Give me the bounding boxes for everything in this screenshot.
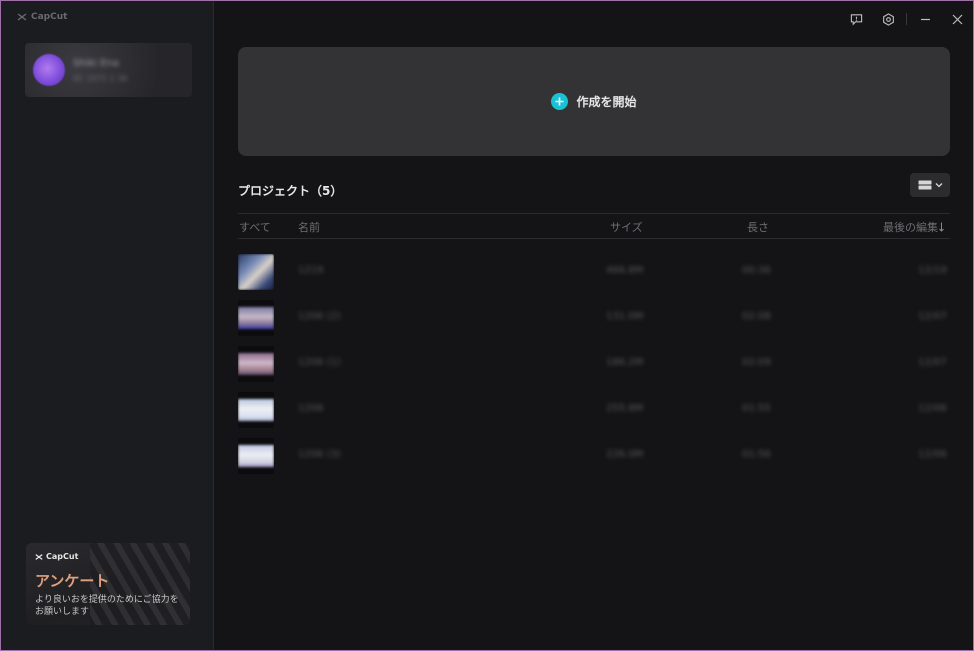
project-date: 12/06 (918, 449, 947, 460)
project-row[interactable]: 1206 (2) 131.0M 02:08 12/07 (238, 298, 950, 338)
start-creating-label: 作成を開始 (576, 95, 637, 109)
survey-logo-text: CapCut (46, 552, 79, 561)
project-thumbnail (238, 392, 274, 428)
titlebar-divider (906, 13, 907, 25)
user-id: ID: 1071 2 36 (73, 73, 128, 83)
project-size: 255.8M (606, 403, 644, 414)
sidebar: CapCut Shiki Ena ID: 1071 2 36 CapCut アン… (1, 1, 214, 650)
chevron-down-icon (935, 183, 942, 188)
plus-icon (551, 93, 569, 110)
close-icon (952, 14, 962, 24)
capcut-logo-icon (17, 13, 27, 21)
minimize-icon (920, 18, 930, 20)
project-length: 01:55 (742, 403, 771, 414)
project-date: 12/07 (918, 311, 947, 322)
project-date: 12/19 (918, 265, 947, 276)
view-mode-toggle[interactable] (910, 173, 950, 197)
project-length: 01:56 (742, 449, 771, 460)
project-name: 1206 (2) (298, 311, 341, 322)
project-size: 186.2M (606, 357, 644, 368)
column-last-edited-label: 最後の編集 (883, 221, 938, 234)
project-length: 02:09 (742, 357, 771, 368)
project-thumbnail (238, 254, 274, 290)
project-size: 131.0M (606, 311, 644, 322)
project-row[interactable]: 1219 466.8M 00:36 12/19 (238, 252, 950, 292)
feedback-button[interactable] (840, 9, 872, 29)
survey-logo: CapCut (35, 552, 78, 561)
project-size: 226.0M (606, 449, 644, 460)
close-button[interactable] (941, 9, 973, 29)
projects-title: プロジェクト（5） (238, 184, 343, 198)
start-creating-button[interactable]: 作成を開始 (238, 47, 950, 156)
project-row[interactable]: 1206 (1) 186.2M 02:09 12/07 (238, 344, 950, 384)
project-name: 1219 (298, 265, 324, 276)
project-length: 00:36 (742, 265, 771, 276)
window-controls (840, 9, 973, 29)
header-divider-top (238, 213, 950, 214)
project-thumbnail (238, 300, 274, 336)
app-logo-text: CapCut (31, 12, 68, 22)
list-view-icon (918, 180, 931, 190)
header-divider-bottom (238, 238, 950, 239)
project-row[interactable]: 1206 255.8M 01:55 12/06 (238, 390, 950, 430)
project-row[interactable]: 1206 (3) 226.0M 01:56 12/06 (238, 436, 950, 476)
project-name: 1206 (298, 403, 324, 414)
settings-button[interactable] (872, 9, 904, 29)
project-thumbnail (238, 346, 274, 382)
sort-down-icon (939, 222, 944, 232)
column-length[interactable]: 長さ (747, 219, 769, 235)
column-all[interactable]: すべて (239, 219, 271, 235)
survey-title: アンケート (35, 572, 110, 590)
project-name: 1206 (3) (298, 449, 341, 460)
project-date: 12/07 (918, 357, 947, 368)
app-logo: CapCut (17, 12, 67, 22)
capcut-logo-icon (35, 553, 43, 560)
minimize-button[interactable] (909, 9, 941, 29)
survey-banner[interactable]: CapCut アンケート より良いおを提供のためにご協力をお願いします (26, 543, 190, 625)
column-size[interactable]: サイズ (610, 219, 643, 235)
project-date: 12/06 (918, 403, 947, 414)
column-last-edited[interactable]: 最後の編集 (883, 219, 944, 235)
avatar[interactable] (33, 54, 65, 86)
user-name: Shiki Ena (73, 57, 119, 69)
user-profile-card[interactable]: Shiki Ena ID: 1071 2 36 (25, 43, 192, 97)
project-thumbnail (238, 438, 274, 474)
project-size: 466.8M (606, 265, 644, 276)
feedback-icon (850, 13, 862, 25)
column-name[interactable]: 名前 (298, 219, 320, 235)
project-length: 02:08 (742, 311, 771, 322)
project-name: 1206 (1) (298, 357, 341, 368)
settings-icon (882, 12, 894, 26)
survey-description: より良いおを提供のためにご協力をお願いします (35, 595, 179, 617)
